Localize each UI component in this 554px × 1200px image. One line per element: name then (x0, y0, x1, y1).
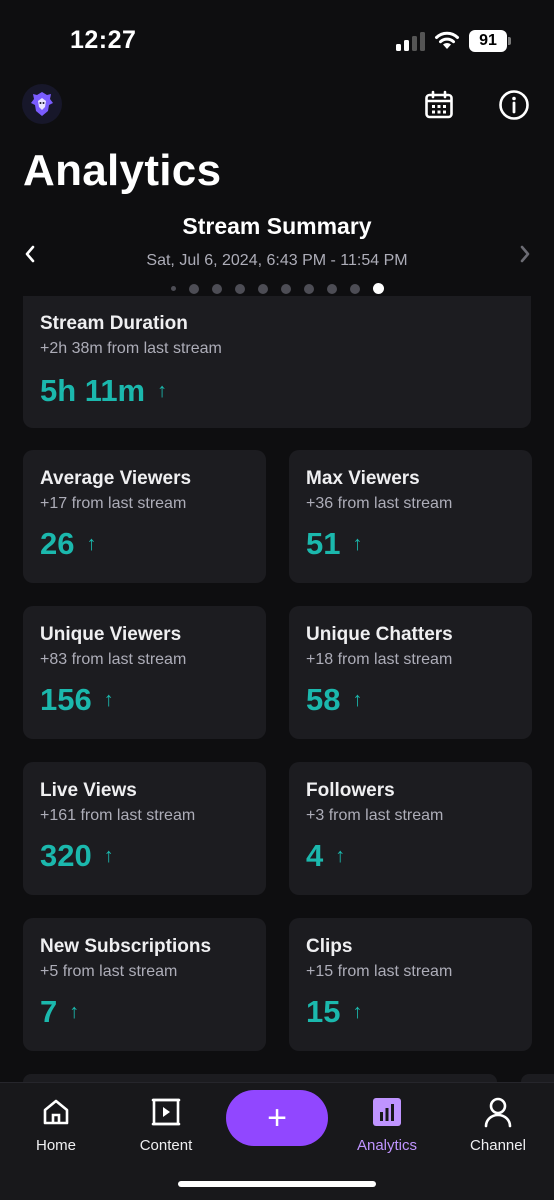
stat-delta: +36 from last stream (306, 495, 453, 512)
channel-avatar[interactable] (22, 84, 62, 124)
stat-delta: +83 from last stream (40, 651, 187, 668)
stat-label: Live Views (40, 780, 137, 801)
lion-logo-icon (31, 92, 53, 116)
stat-label: Followers (306, 780, 395, 801)
tab-channel[interactable]: Channel (448, 1095, 548, 1154)
tab-analytics[interactable]: Analytics (337, 1095, 437, 1154)
stat-delta: +3 from last stream (306, 807, 444, 824)
home-icon (43, 1099, 69, 1125)
page-dot[interactable] (257, 283, 268, 294)
stat-value-row: 15 ↑ (306, 994, 362, 1030)
arrow-up-icon: ↑ (69, 1000, 80, 1023)
summary-date-range: Sat, Jul 6, 2024, 6:43 PM - 11:54 PM (146, 252, 408, 269)
stat-label: New Subscriptions (40, 936, 212, 957)
arrow-up-icon: ↑ (103, 844, 114, 867)
home-indicator[interactable] (178, 1181, 376, 1187)
stat-card-max-viewers: Max Viewers +36 from last stream 51 ↑ (289, 450, 532, 583)
page-dot[interactable] (211, 283, 222, 294)
arrow-up-icon: ↑ (352, 1000, 363, 1023)
page-dot[interactable] (349, 283, 360, 294)
stat-value: 51 (306, 526, 341, 561)
page-dot[interactable] (280, 283, 291, 294)
stat-label: Clips (306, 936, 353, 957)
tab-label: Analytics (356, 1137, 418, 1154)
stat-card-followers: Followers +3 from last stream 4 ↑ (289, 762, 532, 895)
battery-indicator: 91 (469, 30, 507, 52)
chevron-right-icon (520, 245, 530, 263)
calendar-button[interactable] (422, 88, 456, 122)
tab-label: Home (35, 1137, 76, 1154)
page-dot-active[interactable] (372, 283, 384, 294)
stat-label: Unique Chatters (306, 624, 453, 645)
arrow-up-icon: ↑ (103, 688, 114, 711)
next-summary-button[interactable] (513, 240, 537, 268)
create-button[interactable]: + (226, 1090, 328, 1146)
stat-delta: +161 from last stream (40, 807, 196, 824)
tab-label: Content (139, 1137, 193, 1154)
stat-value-row: 7 ↑ (40, 994, 79, 1030)
arrow-up-icon: ↑ (335, 844, 346, 867)
stat-value: 58 (306, 682, 341, 717)
stat-value-row: 5h 11m ↑ (40, 373, 167, 409)
page-dot[interactable] (188, 283, 199, 294)
page-dot[interactable] (303, 283, 314, 294)
stat-value: 320 (40, 838, 92, 873)
stat-card-unique-viewers: Unique Viewers +83 from last stream 156 ↑ (23, 606, 266, 739)
stat-value-row: 26 ↑ (40, 526, 96, 562)
stat-delta: +5 from last stream (40, 963, 178, 980)
analytics-icon (373, 1098, 401, 1126)
arrow-up-icon: ↑ (352, 532, 363, 555)
page-dot[interactable] (326, 283, 337, 294)
stat-delta: +18 from last stream (306, 651, 453, 668)
arrow-up-icon: ↑ (157, 379, 168, 402)
stat-value-row: 156 ↑ (40, 682, 114, 718)
arrow-up-icon: ↑ (352, 688, 363, 711)
arrow-up-icon: ↑ (86, 532, 97, 555)
stat-card-new-subscriptions: New Subscriptions +5 from last stream 7 ↑ (23, 918, 266, 1051)
stat-label: Stream Duration (40, 313, 188, 334)
stat-value-row: 320 ↑ (40, 838, 114, 874)
stat-label: Max Viewers (306, 468, 420, 489)
stat-value-row: 58 ↑ (306, 682, 362, 718)
summary-page-indicator[interactable] (0, 283, 554, 294)
stat-value: 156 (40, 682, 92, 717)
stat-delta: +17 from last stream (40, 495, 187, 512)
stream-duration-card: Stream Duration +2h 38m from last stream… (23, 296, 531, 428)
stat-value: 15 (306, 994, 341, 1029)
page-dot[interactable] (234, 283, 245, 294)
stat-delta: +2h 38m from last stream (40, 340, 222, 357)
page-dot[interactable] (170, 286, 176, 291)
stat-value: 7 (40, 994, 58, 1029)
tab-label: Channel (470, 1137, 526, 1154)
status-time: 12:27 (70, 26, 137, 54)
info-button[interactable] (497, 88, 531, 122)
stat-value: 4 (306, 838, 324, 873)
stat-card-average-viewers: Average Viewers +17 from last stream 26 ↑ (23, 450, 266, 583)
stat-label: Average Viewers (40, 468, 192, 489)
stat-card-live-views: Live Views +161 from last stream 320 ↑ (23, 762, 266, 895)
stat-value-row: 4 ↑ (306, 838, 345, 874)
tab-content[interactable]: Content (116, 1095, 216, 1154)
battery-nub (508, 37, 511, 45)
info-icon (499, 90, 529, 120)
person-icon (484, 1097, 512, 1128)
content-icon (151, 1098, 181, 1126)
page-title: Analytics (23, 146, 222, 195)
cellular-signal-icon (396, 31, 428, 51)
status-bar: 12:27 91 (0, 0, 554, 80)
stat-value: 26 (40, 526, 75, 561)
stat-card-unique-chatters: Unique Chatters +18 from last stream 58 ↑ (289, 606, 532, 739)
wifi-icon (435, 31, 459, 49)
stat-value-row: 51 ↑ (306, 526, 362, 562)
stat-delta: +15 from last stream (306, 963, 453, 980)
calendar-icon (425, 90, 453, 119)
tab-home[interactable]: Home (6, 1095, 106, 1154)
summary-title: Stream Summary (182, 213, 372, 239)
stat-card-clips: Clips +15 from last stream 15 ↑ (289, 918, 532, 1051)
stat-value: 5h 11m (40, 373, 146, 408)
stat-label: Unique Viewers (40, 624, 182, 645)
